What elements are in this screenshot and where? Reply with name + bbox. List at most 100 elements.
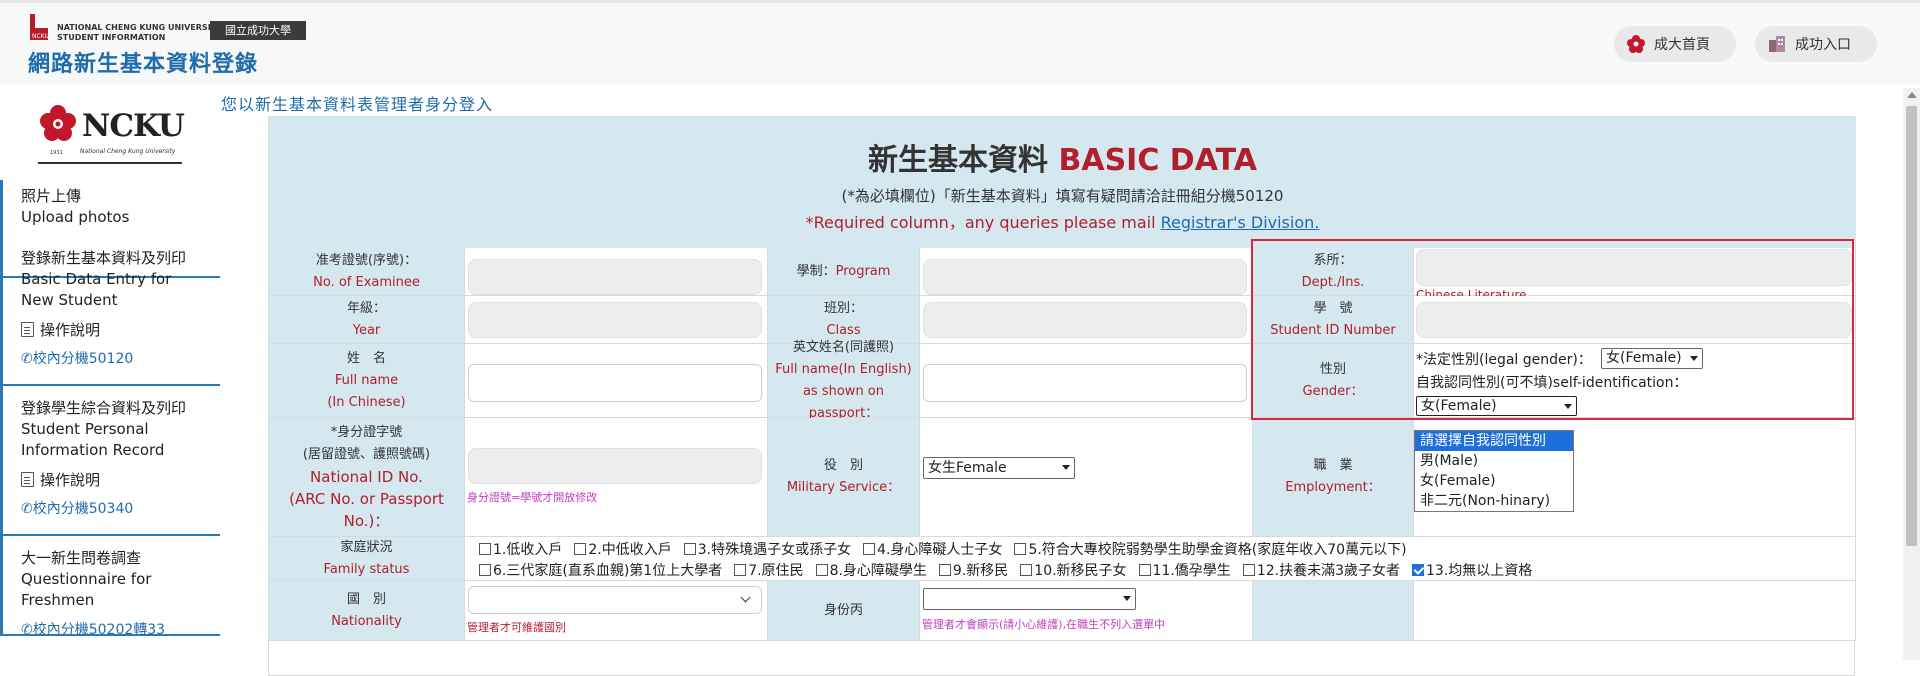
scrollbar[interactable] <box>1903 88 1920 660</box>
employment-label-zh: 職 業 <box>1313 458 1353 473</box>
family-option-label: 7.原住民 <box>748 563 804 579</box>
family-option-label: 11.僑孕學生 <box>1152 563 1231 579</box>
checkbox[interactable] <box>479 543 491 555</box>
checkbox[interactable] <box>1242 564 1255 576</box>
family-option[interactable]: 10.新移民子女 <box>1020 563 1127 579</box>
family-option[interactable]: 5.符合大專校院弱勢學生助學金資格(家庭年收入70萬元以下) <box>1014 542 1407 558</box>
registrar-link[interactable]: Registrar's Division. <box>1161 213 1320 232</box>
identity-c-hint: 管理者才會顯示(請小心維護),在職生不列入選單中 <box>922 618 1166 631</box>
menu-basic-instructions[interactable]: 操作說明 <box>21 319 220 340</box>
menu-personal-instructions[interactable]: 操作說明 <box>21 469 220 490</box>
checkbox[interactable] <box>938 564 951 576</box>
family-options-line1: 1.低收入戶 2.中低收入戶 3.特殊境遇子女或孫子女 4.身心障礙人士子女 5.符合大… <box>479 539 1419 559</box>
form-title: 新生基本資料 BASIC DATA <box>269 135 1856 179</box>
menu-basic-title-en2: New Student <box>21 291 118 309</box>
menu-upload-photos-label[interactable]: 照片上傳 Upload photos <box>21 186 129 228</box>
checkbox[interactable] <box>815 564 828 576</box>
login-status-message: 您以新生基本資料表管理者身分登入 <box>221 95 494 114</box>
military-value: 女生Female <box>928 460 1007 476</box>
menu-basic-data-link[interactable]: 登錄新生基本資料及列印 Basic Data Entry for New Stu… <box>21 248 220 311</box>
family-option[interactable]: 13.均無以上資格 <box>1411 563 1532 579</box>
sidebar: NCKU National Cheng Kung University 1931… <box>0 88 220 660</box>
chevron-down-icon <box>1062 465 1070 470</box>
form-title-en: BASIC DATA <box>1058 143 1257 178</box>
family-option[interactable]: 9.新移民 <box>938 563 1008 579</box>
university-name: NATIONAL CHENG KUNG UNIVERSITY <box>57 23 222 32</box>
top-divider <box>0 0 1920 3</box>
checkbox[interactable] <box>574 543 587 555</box>
family-option[interactable]: 3.特殊境遇子女或孫子女 <box>683 542 852 558</box>
family-option[interactable]: 4.身心障礙人士子女 <box>863 542 1002 558</box>
program-label-en: Program <box>835 263 891 279</box>
ncku-logo[interactable]: NCKU National Cheng Kung University 1931 <box>36 102 186 164</box>
family-option[interactable]: 12.扶養未滿3歲子女者 <box>1242 563 1400 579</box>
menu-questionnaire-title-en1: Questionnaire for <box>21 570 152 588</box>
family-option[interactable]: 1.低收入戶 <box>479 542 562 558</box>
blank-cell <box>1414 581 1856 641</box>
menu-basic-data: 登錄新生基本資料及列印 Basic Data Entry for New Stu… <box>0 236 220 386</box>
family-option-label: 12.扶養未滿3歲子女者 <box>1256 563 1400 579</box>
family-options-line2: 6.三代家庭(直系血親)第1位上大學者 7.原住民 8.身心障礙學生 9.新移民 10.… <box>479 560 1544 580</box>
checkbox[interactable] <box>479 564 491 576</box>
checkbox[interactable] <box>683 543 696 555</box>
family-option[interactable]: 7.原住民 <box>734 563 804 579</box>
self-id-dropdown-list[interactable]: 請選擇自我認同性別 男(Male) 女(Female) 非二元(Non-hinary) <box>1414 430 1574 512</box>
family-option-label: 6.三代家庭(直系血親)第1位上大學者 <box>493 563 723 579</box>
family-option[interactable]: 2.中低收入戶 <box>574 542 672 558</box>
menu-basic-title-zh: 登錄新生基本資料及列印 <box>21 249 187 267</box>
english-name-label: 英文姓名(同護照) Full name(In English) as shown o… <box>768 340 920 421</box>
national-id-field <box>468 448 762 484</box>
menu-questionnaire-phone: ✆校內分機50202轉33 <box>21 619 220 639</box>
employment-label-en: Employment： <box>1285 480 1381 495</box>
chinese-name-input[interactable] <box>468 364 762 402</box>
family-option[interactable]: 8.身心障礙學生 <box>815 563 927 579</box>
site-logo[interactable]: NCKU NATIONAL CHENG KUNG UNIVERSITY STUD… <box>28 14 306 77</box>
identity-c-select[interactable] <box>923 588 1136 610</box>
checkbox[interactable] <box>734 564 747 576</box>
scrollbar-thumb[interactable] <box>1906 106 1917 546</box>
form-title-zh: 新生基本資料 <box>868 143 1049 178</box>
self-id-option[interactable]: 女(Female) <box>1415 471 1573 491</box>
national-id-label-zh2: (居留證號、護照號碼) <box>302 447 431 462</box>
checkbox[interactable] <box>1411 564 1424 576</box>
self-id-option[interactable]: 請選擇自我認同性別 <box>1415 431 1573 451</box>
menu-questionnaire-link[interactable]: 大一新生問卷調查 Questionnaire for Freshmen <box>21 548 220 611</box>
family-option[interactable]: 6.三代家庭(直系血親)第1位上大學者 <box>479 563 722 579</box>
checkbox[interactable] <box>863 543 876 555</box>
building-icon <box>1769 36 1785 52</box>
form-required-note: (*為必填欄位)「新生基本資料」填寫有疑問請洽註冊組分機50120 <box>841 187 1284 205</box>
menu-personal-title-en2: Information Record <box>21 441 165 459</box>
nationality-label-en: Nationality <box>331 613 402 629</box>
year-cell <box>465 296 768 344</box>
ncku-home-button[interactable]: 成大首頁 <box>1614 26 1736 62</box>
gender-highlight-box <box>1251 239 1854 420</box>
family-option[interactable]: 11.僑孕學生 <box>1138 563 1231 579</box>
ncku-emblem-icon: NCKU <box>30 14 49 40</box>
phone-icon: ✆ <box>21 351 33 367</box>
flower-icon <box>1627 35 1645 53</box>
success-portal-label: 成功入口 <box>1795 37 1851 53</box>
checkbox[interactable] <box>1138 564 1151 576</box>
success-portal-button[interactable]: 成功入口 <box>1755 26 1877 62</box>
english-name-input[interactable] <box>923 364 1247 402</box>
checkbox[interactable] <box>1020 564 1033 576</box>
menu-upload-title-en: Upload photos <box>21 208 130 226</box>
checkbox[interactable] <box>1014 543 1027 555</box>
system-name: STUDENT INFORMATION <box>57 33 166 42</box>
national-id-label-en2: (ARC No. or Passport <box>289 490 444 508</box>
national-id-cell: 身分證號=學號才開放修改 <box>465 418 768 537</box>
menu-personal-info-link[interactable]: 登錄學生綜合資料及列印 Student Personal Information… <box>21 398 220 461</box>
family-option-label: 3.特殊境遇子女或孫子女 <box>697 542 852 558</box>
english-name-cell <box>920 344 1253 418</box>
self-id-option[interactable]: 男(Male) <box>1415 451 1573 471</box>
military-cell: 女生Female <box>920 418 1253 537</box>
logo-underline <box>38 162 182 164</box>
national-id-label-zh1: *身分證字號 <box>330 425 403 440</box>
english-name-label-en1: Full name(In English) <box>775 361 912 377</box>
family-option-label: 5.符合大專校院弱勢學生助學金資格(家庭年收入70萬元以下) <box>1028 542 1407 558</box>
scroll-up-arrow-icon[interactable] <box>1907 92 1917 98</box>
nationality-select[interactable] <box>468 586 762 614</box>
year-label-zh: 年級： <box>346 300 386 316</box>
self-id-option[interactable]: 非二元(Non-hinary) <box>1415 491 1573 511</box>
military-select[interactable]: 女生Female <box>923 457 1075 479</box>
